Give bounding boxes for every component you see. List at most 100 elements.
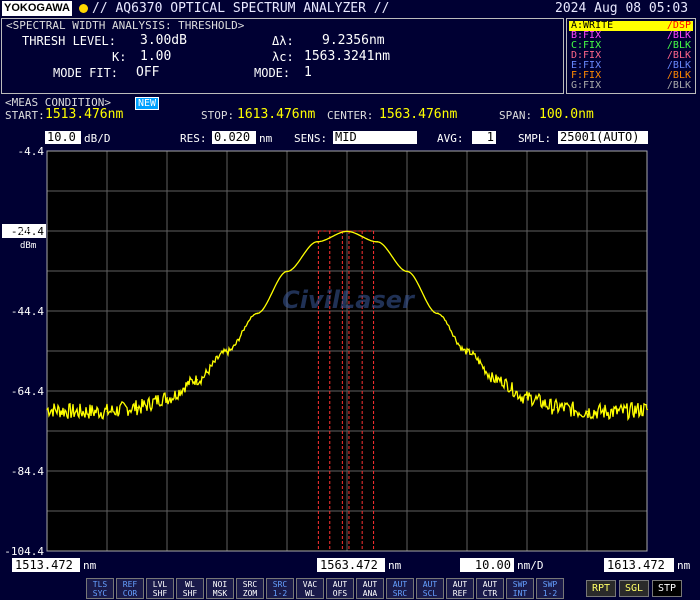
avg-field[interactable]: 1 — [472, 131, 496, 144]
softkey-line1: WL — [185, 580, 195, 589]
y-tick-label: -64.4 — [11, 385, 44, 398]
softkey-line1: AUT — [362, 580, 378, 589]
mode-fit-value: OFF — [136, 65, 160, 80]
x-start-unit: nm — [83, 559, 97, 572]
softkey-button[interactable]: AUT SCL — [416, 578, 444, 599]
res-unit: nm — [259, 132, 273, 145]
softkey-line2: SHF — [182, 589, 198, 598]
softkey-line1: AUT — [452, 580, 468, 589]
trace-mode: /BLK — [666, 80, 691, 91]
thresh-level-value: 3.00dB — [140, 33, 187, 48]
softkey-button[interactable]: AUT CTR — [476, 578, 504, 599]
softkey-button[interactable]: LVL SHF — [146, 578, 174, 599]
softkey-button[interactable]: TLS SYC — [86, 578, 114, 599]
sweep-rpt-button[interactable]: RPT — [586, 580, 616, 597]
softkey-line2: WL — [305, 589, 315, 598]
softkey-line2: COR — [122, 589, 138, 598]
softkey-line2: REF — [452, 589, 468, 598]
y-tick-label: -4.4 — [18, 146, 45, 158]
softkey-bar: TLS SYC REF COR LVL SHF WL SHF NOI MSK SRC ZOM SRC 1-… — [0, 578, 700, 600]
softkey-line1: SRC — [242, 580, 258, 589]
softkey-button[interactable]: AUT SRC — [386, 578, 414, 599]
new-badge: NEW — [135, 97, 160, 110]
trace-point — [526, 397, 528, 399]
softkey-line1: VAC — [302, 580, 318, 589]
softkey-button[interactable]: AUT ANA — [356, 578, 384, 599]
x-center-unit: nm — [388, 559, 402, 572]
softkey-button[interactable]: VAC WL — [296, 578, 324, 599]
k-value: 1.00 — [140, 49, 172, 64]
datetime: 2024 Aug 08 05:03 — [555, 1, 689, 16]
trace-point — [436, 312, 438, 315]
x-stop-unit: nm — [677, 559, 691, 572]
softkey-line2: CTR — [482, 589, 498, 598]
softkey-button[interactable]: SRC ZOM — [236, 578, 264, 599]
trace-point — [346, 230, 348, 233]
trace-point — [226, 351, 228, 353]
softkey-button[interactable]: WL SHF — [176, 578, 204, 599]
lambda-c-label: λc: — [272, 50, 294, 64]
x-stop-field[interactable]: 1613.472 — [604, 558, 674, 572]
trace-point — [376, 241, 378, 243]
softkey-line1: SRC — [272, 580, 288, 589]
app-title: // AQ6370 OPTICAL SPECTRUM ANALYZER // — [92, 1, 390, 16]
scale-unit: dB/D — [84, 132, 111, 145]
brand-dot-icon — [79, 4, 88, 13]
trace-point — [46, 408, 48, 411]
softkey-button[interactable]: SRC 1-2 — [266, 578, 294, 599]
delta-lambda-label: Δλ: — [272, 34, 294, 48]
trace-point — [166, 397, 168, 399]
trace-point — [496, 379, 498, 381]
sweep-sgl-button[interactable]: SGL — [619, 580, 649, 597]
meas-condition: <MEAS CONDITION> NEW START: 1513.476nm S… — [1, 96, 696, 122]
softkey-line2: SHF — [152, 589, 168, 598]
watermark: CivilLaser — [282, 286, 416, 314]
title-bar: YOKOGAWA // AQ6370 OPTICAL SPECTRUM ANAL… — [0, 0, 700, 18]
trace-point — [586, 410, 588, 413]
sens-field[interactable]: MID — [333, 131, 417, 144]
x-axis-bar: 1513.472 nm 1563.472 nm 10.00 nm/D 1613.… — [0, 557, 700, 575]
trace-point — [616, 411, 618, 413]
softkey-line2: OFS — [332, 589, 348, 598]
stop-value: 1613.476nm — [237, 107, 316, 122]
x-start-field[interactable]: 1513.472 — [12, 558, 80, 572]
softkey-line1: LVL — [152, 580, 168, 589]
softkey-line1: TLS — [92, 580, 108, 589]
softkey-button[interactable]: SWP INT — [506, 578, 534, 599]
trace-point — [106, 410, 108, 413]
avg-label: AVG: — [437, 132, 464, 145]
delta-lambda-value: 9.2356nm — [322, 33, 385, 48]
trace-row[interactable]: G:FIX/BLK — [569, 81, 693, 91]
softkey-line2: 1-2 — [272, 589, 288, 598]
softkey-line1: NOI — [212, 580, 228, 589]
start-label: START: — [5, 109, 45, 122]
trace-point — [646, 408, 648, 411]
res-field[interactable]: 0.020 — [212, 131, 256, 144]
softkey-button[interactable]: AUT OFS — [326, 578, 354, 599]
ref-marker-label: REF — [20, 228, 36, 238]
softkey-line1: SWP — [542, 580, 558, 589]
softkey-line1: AUT — [392, 580, 408, 589]
mode-value: 1 — [304, 65, 312, 80]
y-tick-label: -104.4 — [4, 545, 44, 557]
smpl-label: SMPL: — [518, 132, 552, 145]
softkey-line1: AUT — [482, 580, 498, 589]
sweep-stp-button[interactable]: STP — [652, 580, 682, 597]
k-label: K: — [112, 50, 127, 64]
trace-list[interactable]: A:WRITE/DSP B:FIX/BLK C:FIX/BLK D:FIX/BLK E:… — [566, 18, 696, 94]
stop-label: STOP: — [201, 109, 235, 122]
softkey-button[interactable]: NOI MSK — [206, 578, 234, 599]
x-center-field[interactable]: 1563.472 — [317, 558, 385, 572]
softkey-line2: MSK — [212, 589, 228, 598]
y-tick-label: -84.4 — [11, 465, 44, 478]
softkey-button[interactable]: REF COR — [116, 578, 144, 599]
scale-field[interactable]: 10.0 — [45, 131, 81, 144]
x-div-field[interactable]: 10.00 — [460, 558, 514, 572]
lambda-c-value: 1563.3241nm — [304, 49, 391, 64]
trace-point — [76, 411, 78, 413]
sens-label: SENS: — [294, 132, 328, 145]
softkey-button[interactable]: SWP 1-2 — [536, 578, 564, 599]
softkey-button[interactable]: AUT REF — [446, 578, 474, 599]
smpl-field[interactable]: 25001(AUTO) — [558, 131, 648, 144]
analysis-title: <SPECTRAL WIDTH ANALYSIS: THRESHOLD> — [6, 19, 245, 32]
